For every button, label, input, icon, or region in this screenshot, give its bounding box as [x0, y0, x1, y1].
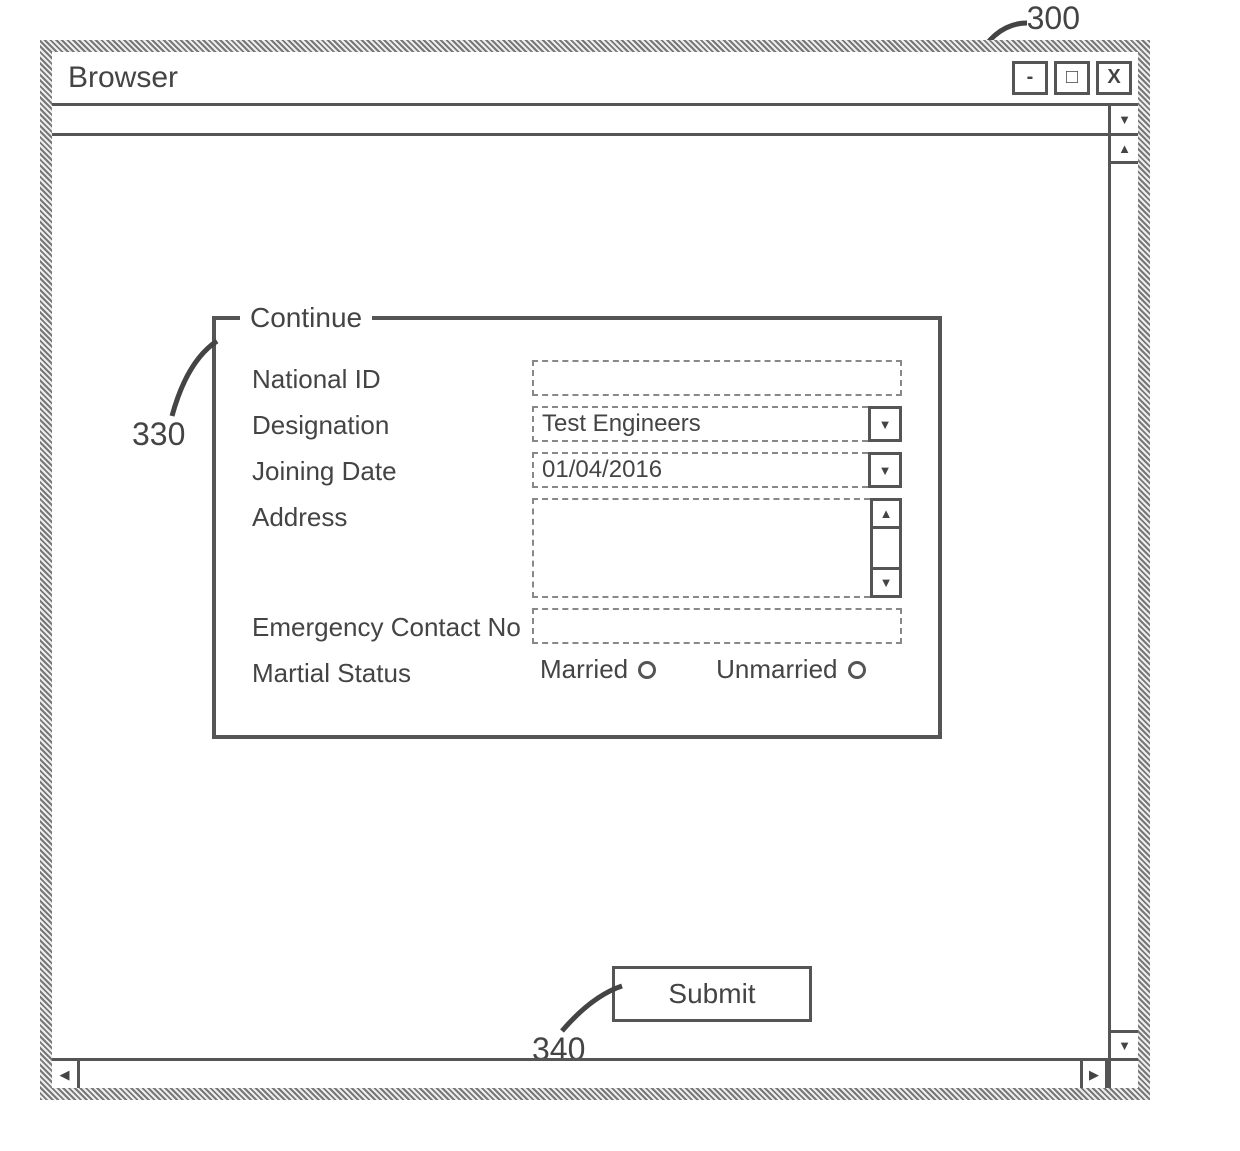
scroll-corner: [1108, 1061, 1138, 1088]
close-button[interactable]: X: [1096, 61, 1132, 95]
maximize-button[interactable]: □: [1054, 61, 1090, 95]
radio-married[interactable]: Married: [540, 654, 656, 685]
national-id-input[interactable]: [532, 360, 902, 396]
window-title: Browser: [68, 61, 178, 95]
label-national-id: National ID: [252, 360, 532, 395]
toolbar-dropdown-icon[interactable]: ▼: [1108, 106, 1138, 133]
callout-330: 330: [132, 416, 185, 453]
label-designation: Designation: [252, 406, 532, 441]
browser-window: Browser - □ X ▼ Continue National ID Des…: [40, 40, 1150, 1100]
emergency-contact-input[interactable]: [532, 608, 902, 644]
chevron-down-icon[interactable]: ▼: [868, 452, 902, 488]
titlebar: Browser - □ X: [52, 52, 1138, 106]
chevron-down-icon[interactable]: ▼: [868, 406, 902, 442]
label-joining-date: Joining Date: [252, 452, 532, 487]
designation-select[interactable]: Test Engineers ▼: [532, 406, 902, 442]
minimize-button[interactable]: -: [1012, 61, 1048, 95]
vertical-scrollbar[interactable]: ▲ ▼: [1108, 136, 1138, 1058]
radio-icon: [848, 661, 866, 679]
label-marital-status: Martial Status: [252, 654, 532, 689]
address-textarea[interactable]: ▲ ▼: [532, 498, 902, 598]
radio-icon: [638, 661, 656, 679]
joining-date-select[interactable]: 01/04/2016 ▼: [532, 452, 902, 488]
toolbar: ▼: [52, 106, 1138, 136]
scroll-down-icon[interactable]: ▼: [873, 567, 899, 595]
radio-unmarried[interactable]: Unmarried: [716, 654, 865, 685]
form-continue: Continue National ID Designation Test En…: [212, 316, 942, 739]
scroll-up-icon[interactable]: ▲: [1111, 136, 1138, 164]
textarea-scrollbar[interactable]: ▲ ▼: [870, 498, 902, 598]
horizontal-scrollbar[interactable]: ◀ ▶: [52, 1058, 1138, 1088]
label-address: Address: [252, 498, 532, 533]
callout-300: 300: [1027, 0, 1080, 37]
scroll-right-icon[interactable]: ▶: [1080, 1061, 1108, 1088]
scroll-down-icon[interactable]: ▼: [1111, 1030, 1138, 1058]
scroll-up-icon[interactable]: ▲: [873, 501, 899, 529]
fieldset-legend: Continue: [240, 302, 372, 334]
scroll-left-icon[interactable]: ◀: [52, 1061, 80, 1088]
submit-button[interactable]: Submit: [612, 966, 812, 1022]
label-emergency-contact: Emergency Contact No: [252, 608, 532, 643]
